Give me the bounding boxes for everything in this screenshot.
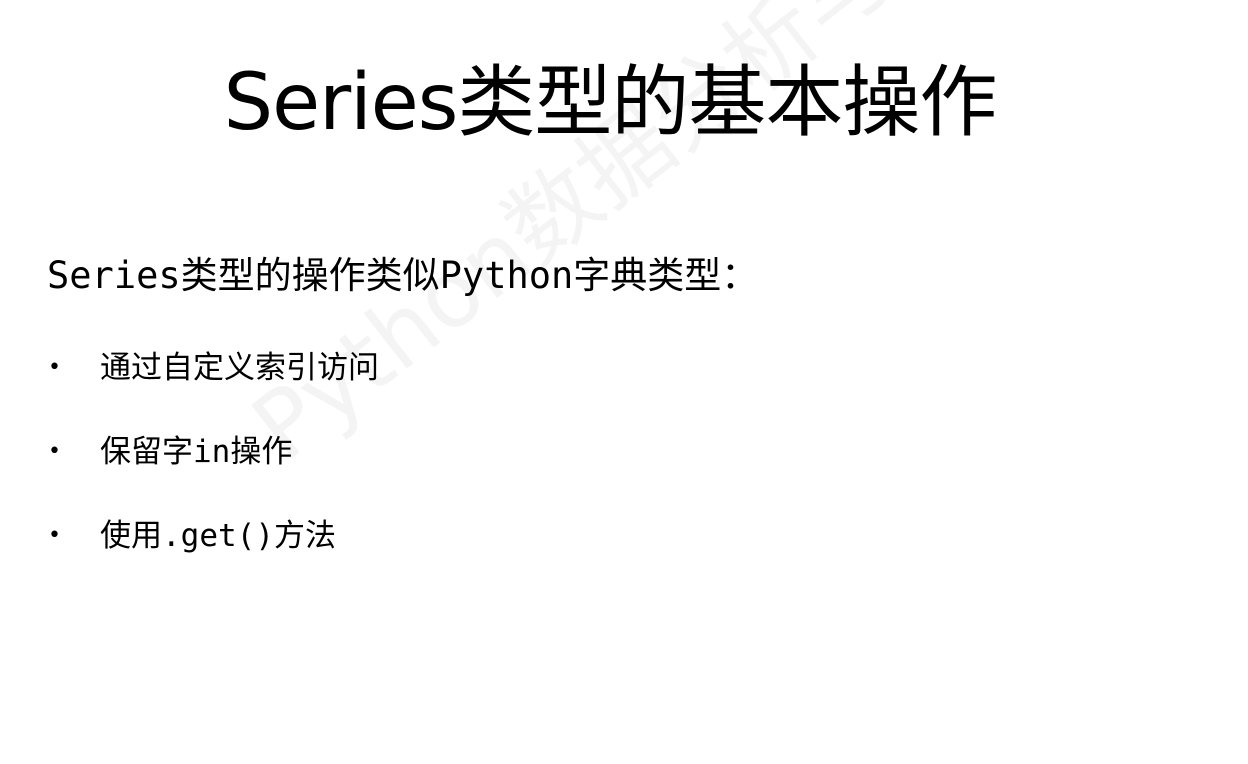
bullet-text: 通过自定义索引访问 [100, 350, 379, 386]
bullet-list: • 通过自定义索引访问 • 保留字in操作 • 使用.get()方法 [40, 340, 379, 592]
slide-subtitle: Series类型的操作类似Python字典类型： [47, 254, 759, 297]
bullet-icon: • [48, 355, 61, 380]
bullet-text: 保留字in操作 [100, 434, 293, 470]
bullet-icon: • [48, 439, 61, 464]
slide-title: Series类型的基本操作 [223, 58, 998, 148]
bullet-text: 使用.get()方法 [100, 518, 336, 554]
slide: Python数据分析与展示 Series类型的基本操作 Series类型的操作类… [0, 0, 1248, 764]
bullet-item-custom-index: • 通过自定义索引访问 [40, 340, 379, 424]
bullet-item-get-method: • 使用.get()方法 [40, 508, 379, 592]
bullet-item-in-operator: • 保留字in操作 [40, 424, 379, 508]
bullet-icon: • [48, 523, 61, 548]
